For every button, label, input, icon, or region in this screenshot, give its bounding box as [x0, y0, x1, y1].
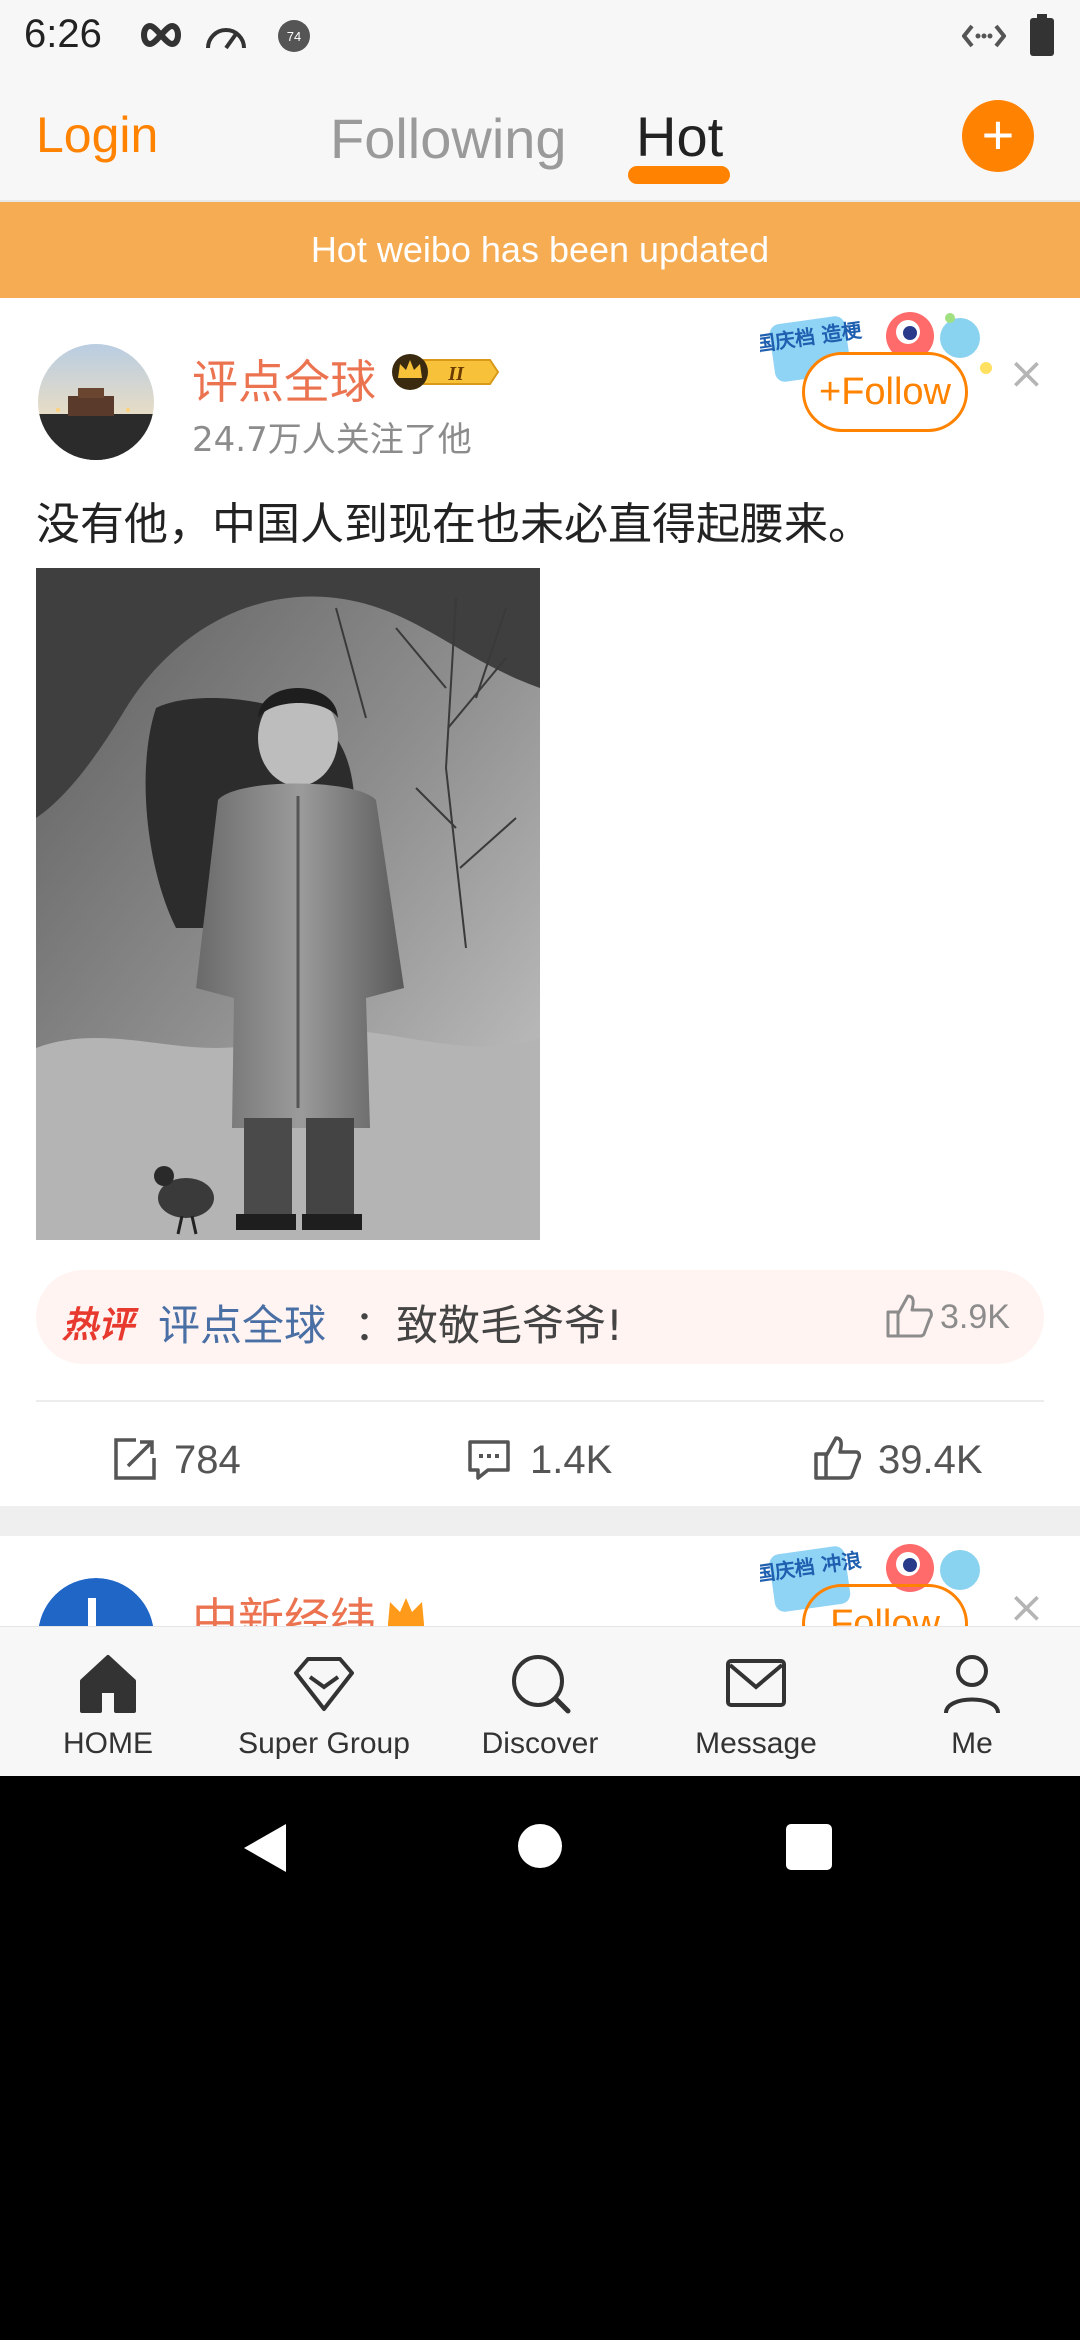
- nav-home[interactable]: HOME: [0, 1627, 216, 1776]
- weibo-hot-screen: 6:26 74 Login Following Hot + Hot weibo …: [0, 0, 1080, 1776]
- nav-me-label: Me: [951, 1727, 993, 1760]
- follow-button[interactable]: +Follow: [802, 352, 968, 432]
- nav-message-label: Message: [695, 1727, 817, 1760]
- battery-icon: [1030, 14, 1054, 60]
- search-icon: [512, 1655, 571, 1714]
- infinity-icon: [138, 18, 184, 56]
- like-button[interactable]: 39.4K: [812, 1426, 1032, 1496]
- person-icon: [944, 1655, 1000, 1714]
- nav-discover-label: Discover: [481, 1727, 599, 1760]
- nav-message[interactable]: Message: [648, 1627, 864, 1776]
- top-nav: Login Following Hot +: [0, 72, 1080, 202]
- notification-badge-icon: 74: [276, 18, 312, 58]
- author-name[interactable]: 评点全球: [192, 346, 376, 412]
- nav-super-group[interactable]: Super Group: [216, 1627, 432, 1776]
- repost-count: 784: [174, 1438, 241, 1482]
- back-icon[interactable]: [240, 1822, 290, 1878]
- recents-square-icon[interactable]: [786, 1824, 832, 1874]
- avatar[interactable]: [38, 344, 154, 460]
- comment-count: 1.4K: [530, 1438, 613, 1482]
- tab-following[interactable]: Following: [330, 106, 567, 171]
- badge-number: 74: [287, 29, 301, 44]
- repost-button[interactable]: 784: [112, 1426, 312, 1496]
- code-arrows-icon: [961, 22, 1007, 54]
- section-gap: [0, 1506, 1080, 1536]
- vip-crown-icon: II: [384, 350, 500, 398]
- envelope-icon: [726, 1659, 786, 1707]
- bottom-nav: HOME Super Group Discover Message Me: [0, 1626, 1080, 1776]
- hot-comment-like-count: 3.9K: [940, 1298, 1010, 1336]
- update-banner: Hot weibo has been updated: [0, 202, 1080, 298]
- hot-comment-author[interactable]: 评点全球: [158, 1292, 326, 1353]
- nav-home-label: HOME: [63, 1727, 153, 1760]
- hot-comment-tag: 热评: [62, 1305, 135, 1346]
- system-nav-bar: [0, 1776, 1080, 1916]
- vip-level: II: [447, 363, 465, 385]
- diamond-icon: [294, 1657, 354, 1711]
- status-bar: 6:26 74: [0, 0, 1080, 72]
- comment-button[interactable]: 1.4K: [466, 1426, 666, 1496]
- nav-super-group-label: Super Group: [238, 1727, 410, 1760]
- plus-icon: +: [818, 371, 842, 413]
- speedometer-icon: [202, 18, 250, 56]
- close-icon[interactable]: ×: [1008, 348, 1045, 399]
- like-count: 39.4K: [878, 1438, 983, 1482]
- login-button[interactable]: Login: [36, 106, 158, 164]
- post-card[interactable]: 评点全球 II 24.7万人关注了他 国庆档 造梗 +Follow × 没有他，…: [0, 298, 1080, 1506]
- post-image[interactable]: [36, 568, 540, 1240]
- home-icon: [80, 1655, 136, 1713]
- nav-me[interactable]: Me: [864, 1627, 1080, 1776]
- hot-comment[interactable]: 热评 评点全球 ：致敬毛爷爷! 3.9K: [36, 1270, 1044, 1364]
- add-post-button[interactable]: +: [962, 100, 1034, 172]
- divider: [36, 1400, 1044, 1402]
- thumbs-up-icon: [812, 1434, 862, 1486]
- share-icon: [112, 1436, 158, 1486]
- follower-count: 24.7万人关注了他: [192, 420, 472, 460]
- thumbs-up-icon[interactable]: [884, 1292, 934, 1344]
- status-time: 6:26: [24, 12, 102, 56]
- nav-discover[interactable]: Discover: [432, 1627, 648, 1776]
- tab-hot[interactable]: Hot: [636, 104, 723, 169]
- comment-icon: [466, 1436, 512, 1486]
- hot-comment-text: ：致敬毛爷爷!: [354, 1301, 623, 1350]
- follow-label: Follow: [841, 371, 951, 413]
- post-text: 没有他，中国人到现在也未必直得起腰来。: [36, 499, 872, 550]
- home-circle-icon[interactable]: [516, 1822, 564, 1874]
